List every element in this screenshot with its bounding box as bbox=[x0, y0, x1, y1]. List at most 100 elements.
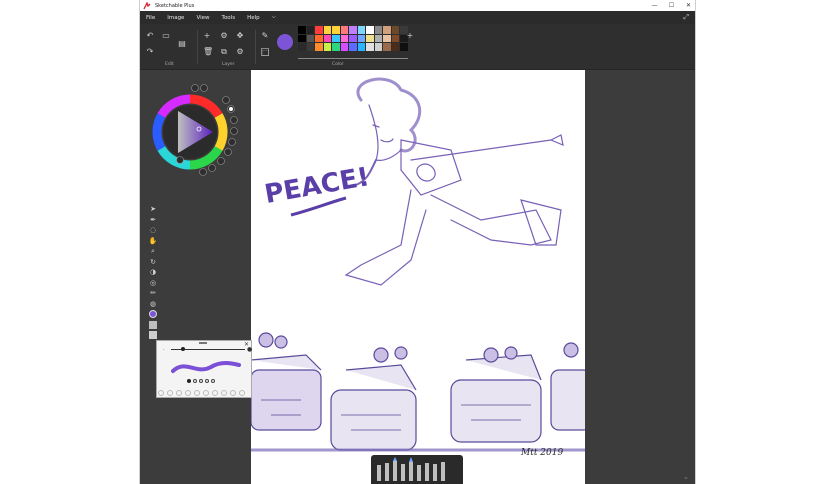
palette-swatch[interactable] bbox=[298, 26, 306, 34]
rotate-tool-icon[interactable]: ↻ bbox=[147, 257, 159, 268]
brush-option-icon[interactable] bbox=[212, 390, 218, 396]
palette-swatch[interactable] bbox=[332, 34, 340, 42]
palette-scrollbar[interactable] bbox=[298, 58, 408, 59]
palette-swatch[interactable] bbox=[383, 43, 391, 51]
redo-icon[interactable]: ↷ bbox=[146, 48, 154, 56]
add-color-icon[interactable]: + bbox=[406, 32, 414, 40]
layer-options-icon[interactable]: ⚙ bbox=[236, 48, 244, 56]
blend-tool-icon[interactable]: ◑ bbox=[147, 267, 159, 278]
palette-swatch[interactable] bbox=[349, 34, 357, 42]
palette-swatch[interactable] bbox=[366, 34, 374, 42]
hand-tool-icon[interactable]: ✋ bbox=[147, 236, 159, 247]
palette-swatch[interactable] bbox=[366, 26, 374, 34]
palette-swatch[interactable] bbox=[357, 34, 365, 42]
minimize-button[interactable]: — bbox=[646, 2, 663, 9]
move-icon[interactable]: ✥ bbox=[236, 32, 244, 40]
drawing-canvas[interactable]: PEACE! Mtt 2019 bbox=[251, 70, 585, 484]
brush-option-icon[interactable] bbox=[203, 390, 209, 396]
palette-swatch[interactable] bbox=[383, 26, 391, 34]
menu-view[interactable]: View bbox=[190, 15, 215, 21]
brush-option-icon[interactable] bbox=[176, 390, 182, 396]
add-layer-icon[interactable]: + bbox=[203, 32, 211, 40]
palette-swatch[interactable] bbox=[340, 34, 348, 42]
shape-tool-icon[interactable]: ◎ bbox=[147, 278, 159, 289]
palette-swatch[interactable] bbox=[315, 26, 323, 34]
palette-swatch[interactable] bbox=[340, 26, 348, 34]
eraser-tool-icon[interactable]: ◍ bbox=[147, 299, 159, 310]
brush-option-icon[interactable] bbox=[167, 390, 173, 396]
fullscreen-expand-icon[interactable]: ⤢ bbox=[683, 13, 689, 22]
brush-option-icon[interactable] bbox=[194, 390, 200, 396]
close-button[interactable]: ✕ bbox=[680, 2, 695, 9]
layer-chip-icon[interactable] bbox=[147, 320, 159, 331]
toolbar-divider bbox=[197, 30, 198, 64]
delete-layer-icon[interactable]: 🗑 bbox=[203, 48, 213, 56]
select-tool-icon[interactable]: ➤ bbox=[147, 204, 159, 215]
palette-swatch[interactable] bbox=[383, 34, 391, 42]
toolbar-divider bbox=[255, 30, 256, 64]
palette-swatch[interactable] bbox=[349, 43, 357, 51]
lasso-tool-icon[interactable]: ◌ bbox=[147, 225, 159, 236]
app-logo-icon bbox=[143, 1, 151, 9]
palette-swatch[interactable] bbox=[332, 26, 340, 34]
palette-swatch[interactable] bbox=[349, 26, 357, 34]
preset-dots[interactable] bbox=[187, 379, 215, 383]
palette-swatch[interactable] bbox=[391, 34, 399, 42]
palette-swatch[interactable] bbox=[298, 34, 306, 42]
palette-swatch[interactable] bbox=[340, 43, 348, 51]
menu-image[interactable]: Image bbox=[161, 15, 190, 21]
palette-swatch[interactable] bbox=[306, 26, 314, 34]
palette-swatch[interactable] bbox=[315, 34, 323, 42]
paste-icon[interactable]: ▭ bbox=[162, 32, 170, 40]
palette-swatch[interactable] bbox=[357, 26, 365, 34]
color-wheel[interactable] bbox=[152, 80, 244, 184]
undo-icon[interactable]: ↶ bbox=[146, 32, 154, 40]
brush-tray-tools bbox=[377, 457, 445, 481]
current-color-swatch[interactable] bbox=[277, 34, 293, 50]
merge-layer-icon[interactable]: ⧉ bbox=[220, 48, 228, 56]
fill-icon[interactable]: ⬚ bbox=[261, 48, 270, 57]
palette-swatch[interactable] bbox=[357, 43, 365, 51]
palette-swatch[interactable] bbox=[391, 43, 399, 51]
brush-tray[interactable] bbox=[371, 455, 463, 484]
layer-chip-icon[interactable] bbox=[147, 330, 159, 341]
palette-swatch[interactable] bbox=[400, 43, 408, 51]
palette-swatch[interactable] bbox=[391, 26, 399, 34]
brush-option-icon[interactable] bbox=[221, 390, 227, 396]
palette-swatch[interactable] bbox=[332, 43, 340, 51]
palette-swatch[interactable] bbox=[374, 26, 382, 34]
maximize-button[interactable]: ☐ bbox=[663, 2, 680, 9]
layer-group-label: Layer bbox=[222, 62, 235, 67]
sketch-artwork: PEACE! Mtt 2019 bbox=[251, 77, 585, 458]
scroll-down-icon[interactable]: ⌄ bbox=[683, 473, 689, 481]
brush-option-icon[interactable] bbox=[230, 390, 236, 396]
palette-swatch[interactable] bbox=[323, 43, 331, 51]
palette-swatch[interactable] bbox=[306, 34, 314, 42]
palette-swatch[interactable] bbox=[374, 43, 382, 51]
size-slider-thumb[interactable] bbox=[181, 347, 185, 351]
color-chip-icon[interactable] bbox=[147, 309, 159, 320]
palette-swatch[interactable] bbox=[366, 43, 374, 51]
palette-swatch[interactable] bbox=[298, 43, 306, 51]
brush-option-icon[interactable] bbox=[239, 390, 245, 396]
brush-option-icon[interactable] bbox=[158, 390, 164, 396]
artist-signature: Mtt 2019 bbox=[520, 448, 563, 458]
menu-file[interactable]: File bbox=[140, 15, 161, 21]
menu-help[interactable]: Help bbox=[241, 15, 266, 21]
palette-swatch[interactable] bbox=[323, 26, 331, 34]
brush-option-icon[interactable] bbox=[185, 390, 191, 396]
layer-settings-icon[interactable]: ⚙ bbox=[220, 32, 228, 40]
palette-swatch[interactable] bbox=[323, 34, 331, 42]
pencil-tool-icon[interactable]: ✏ bbox=[147, 288, 159, 299]
brush-tool-icon[interactable]: ✒ bbox=[147, 215, 159, 226]
menu-more-icon[interactable]: ⌵ bbox=[266, 14, 282, 21]
eyedropper-icon[interactable]: ✎ bbox=[261, 32, 269, 40]
zoom-tool-icon[interactable]: ⌕ bbox=[147, 246, 159, 257]
menu-tools[interactable]: Tools bbox=[216, 15, 242, 21]
palette-swatch[interactable] bbox=[306, 43, 314, 51]
drag-handle[interactable] bbox=[199, 342, 207, 344]
palette-swatch[interactable] bbox=[315, 43, 323, 51]
size-small-icon: · bbox=[163, 347, 165, 353]
palette-swatch[interactable] bbox=[374, 34, 382, 42]
clipboard-icon[interactable]: ▤ bbox=[178, 40, 186, 48]
